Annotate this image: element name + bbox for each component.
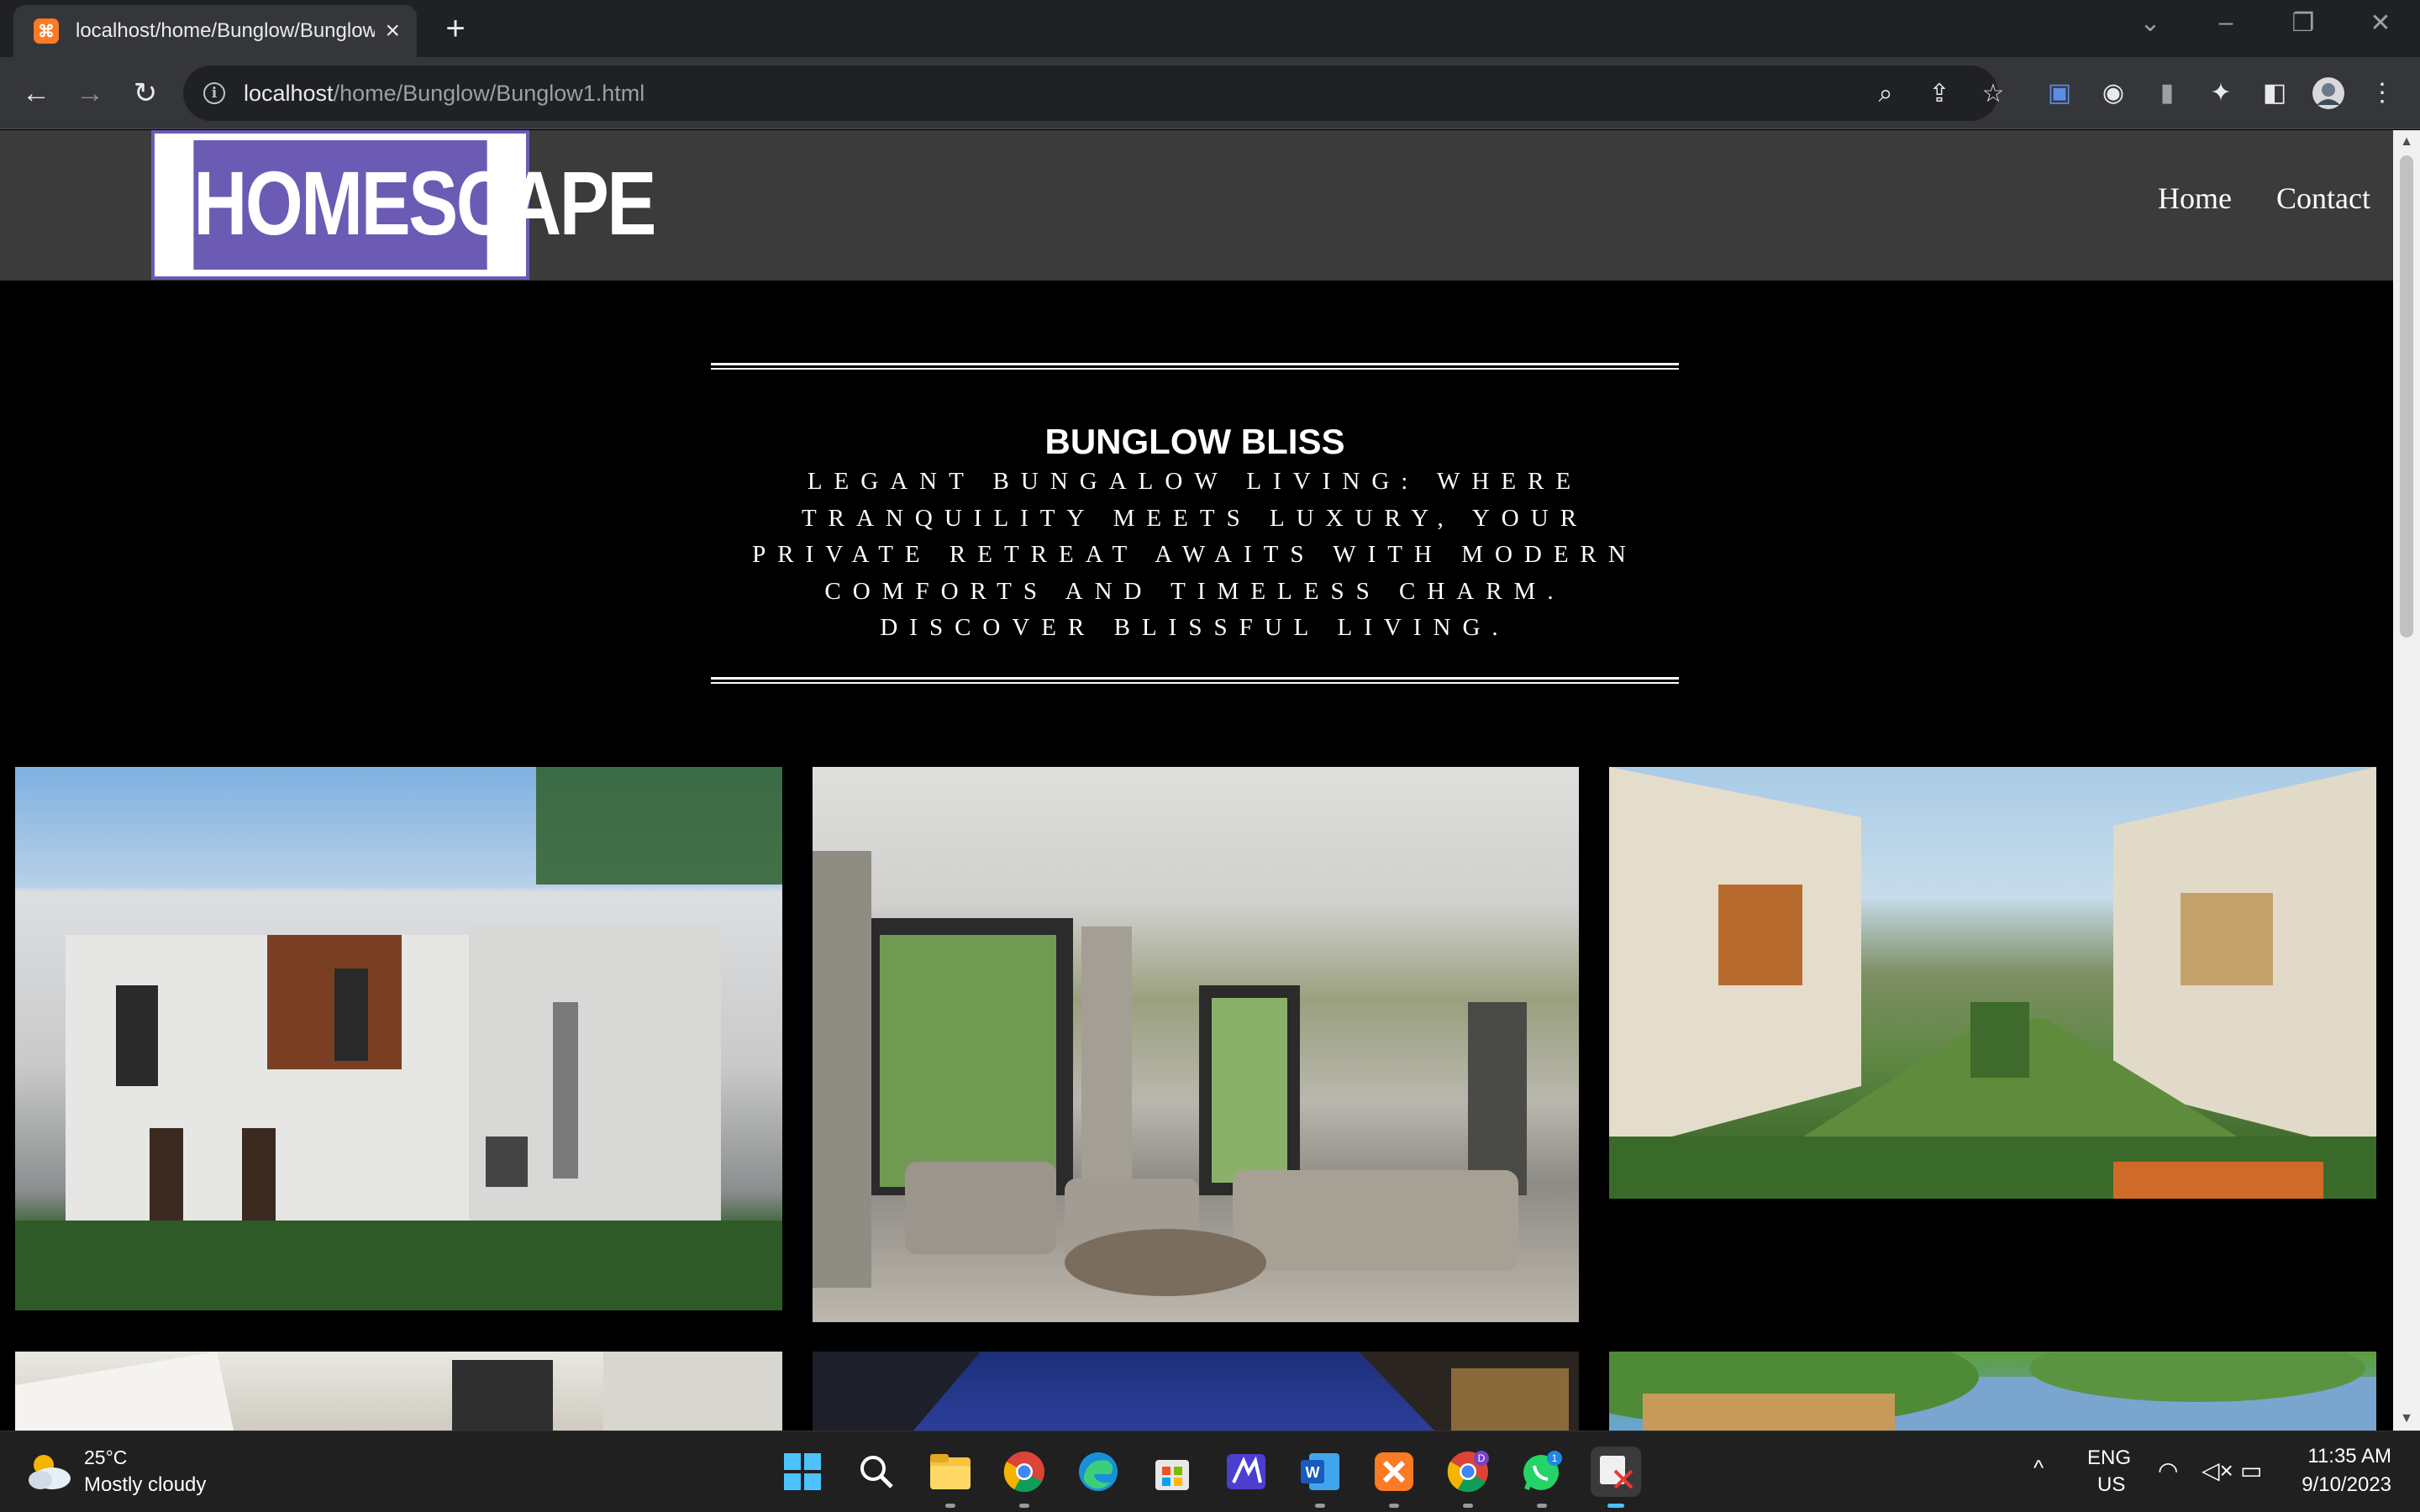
gallery-photo-community-garden[interactable] <box>1609 767 2376 1199</box>
hero-section: BUNGLOW BLISS Legant bungalow living: wh… <box>711 363 1679 684</box>
zoom-icon[interactable]: ⌕ <box>1869 77 1902 111</box>
word-icon[interactable]: W <box>1295 1446 1345 1497</box>
hero-title: BUNGLOW BLISS <box>1044 422 1345 461</box>
wifi-icon[interactable]: ◠ <box>2158 1457 2178 1484</box>
microsoft-store-icon[interactable] <box>1147 1446 1197 1497</box>
start-windows-icon[interactable] <box>777 1446 828 1497</box>
battery-icon[interactable]: ▭ <box>2240 1457 2262 1484</box>
svg-text:W: W <box>1306 1464 1320 1481</box>
side-panel-icon[interactable]: ◧ <box>2255 74 2294 113</box>
page-scrollbar[interactable]: ▲ ▼ <box>2393 130 2420 1431</box>
language-primary[interactable]: ENG <box>2087 1446 2131 1470</box>
hero-description: Legant bungalow living: where tranquilit… <box>752 468 1638 641</box>
chrome-profile-icon[interactable]: D <box>1443 1446 1493 1497</box>
scroll-down-arrow-icon[interactable]: ▼ <box>2393 1407 2420 1431</box>
xampp-running-indicator <box>1389 1504 1399 1508</box>
minimize-button[interactable]: – <box>2205 8 2247 37</box>
snipping-tool-icon[interactable] <box>1591 1446 1641 1497</box>
nav-home-link[interactable]: Home <box>2158 181 2232 216</box>
restore-button[interactable]: ❐ <box>2282 8 2324 38</box>
xampp-icon[interactable] <box>1369 1446 1419 1497</box>
gallery-photo-living-room[interactable] <box>813 767 1579 1322</box>
weather-condition[interactable]: Mostly cloudy <box>84 1473 206 1497</box>
snipping-tool-active-indicator <box>1607 1504 1624 1508</box>
search-icon[interactable] <box>851 1446 902 1497</box>
svg-text:D: D <box>1478 1452 1486 1464</box>
reload-button[interactable]: ↻ <box>126 74 165 113</box>
clock-date[interactable]: 9/10/2023 <box>2291 1473 2391 1497</box>
file-explorer-running-indicator <box>945 1504 955 1508</box>
whatsapp-icon[interactable]: 1 <box>1517 1446 1567 1497</box>
chrome-running-indicator <box>1019 1504 1029 1508</box>
browser-tab[interactable]: ⌘ localhost/home/Bunglow/Bunglow1.html × <box>13 5 417 57</box>
chrome-menu-icon[interactable]: ⋮ <box>2363 74 2402 113</box>
browser-tab-bar: ⌘ localhost/home/Bunglow/Bunglow1.html ×… <box>0 0 2420 57</box>
share-icon[interactable]: ⇪ <box>1923 77 1956 111</box>
extension-dropper-icon[interactable]: ▮ <box>2148 74 2186 113</box>
extension-screenshot-icon[interactable]: ▣ <box>2040 74 2079 113</box>
xampp-favicon-icon: ⌘ <box>34 18 59 44</box>
bookmark-star-icon[interactable]: ☆ <box>1976 77 2010 111</box>
chrome-icon[interactable] <box>999 1446 1050 1497</box>
new-tab-button[interactable]: + <box>437 10 474 47</box>
word-running-indicator <box>1315 1504 1325 1508</box>
hero-top-rule <box>711 363 1679 370</box>
nav-contact-link[interactable]: Contact <box>2276 181 2370 216</box>
editor-app-icon[interactable] <box>1221 1446 1271 1497</box>
language-secondary[interactable]: US <box>2097 1473 2125 1497</box>
site-info-icon[interactable]: i <box>203 82 225 104</box>
gallery-photo-bungalow-exterior[interactable] <box>15 767 782 1310</box>
hero-bottom-rule <box>711 677 1679 684</box>
address-bar[interactable]: i localhost/home/Bunglow/Bunglow1.html ⌕… <box>183 66 2004 121</box>
web-page: HOMESCAPE Home Contact BUNGLOW BLISS Leg… <box>0 130 2393 1431</box>
tray-overflow-chevron-icon[interactable]: ^ <box>2033 1455 2044 1481</box>
svg-text:1: 1 <box>1552 1452 1558 1464</box>
gallery-photo-garden-trees[interactable] <box>1609 1352 2376 1431</box>
tab-title: localhost/home/Bunglow/Bunglow1.html <box>76 19 376 42</box>
logo-text: HOMESCAPE <box>193 140 656 270</box>
gallery-photo-bungalow-facade[interactable] <box>15 1352 782 1431</box>
forward-button[interactable]: → <box>71 74 109 113</box>
chrome-profile-running-indicator <box>1463 1504 1473 1508</box>
scroll-up-arrow-icon[interactable]: ▲ <box>2393 130 2420 154</box>
gallery-photo-bungalow-night[interactable] <box>813 1352 1579 1431</box>
tab-search-icon[interactable]: ⌄ <box>2129 8 2171 38</box>
weather-temperature[interactable]: 25°C <box>84 1446 127 1469</box>
homescape-logo[interactable]: HOMESCAPE <box>151 130 656 280</box>
scroll-thumb[interactable] <box>2400 155 2413 638</box>
profile-avatar[interactable] <box>2309 74 2348 113</box>
speaker-muted-icon[interactable]: ◁× <box>2202 1457 2233 1484</box>
back-button[interactable]: ← <box>17 74 55 113</box>
url-text: localhost/home/Bunglow/Bunglow1.html <box>244 80 645 106</box>
file-explorer-icon[interactable] <box>925 1446 976 1497</box>
close-window-button[interactable]: ✕ <box>2360 8 2402 38</box>
clock-time[interactable]: 11:35 AM <box>2299 1445 2391 1468</box>
extensions-puzzle-icon[interactable]: ✦ <box>2202 74 2240 113</box>
whatsapp-running-indicator <box>1537 1504 1547 1508</box>
site-header: HOMESCAPE Home Contact <box>0 130 2393 281</box>
tab-close-icon[interactable]: × <box>385 17 400 45</box>
browser-toolbar: ← → ↻ i localhost/home/Bunglow/Bunglow1.… <box>0 57 2420 129</box>
extension-speed-icon[interactable]: ◉ <box>2094 74 2133 113</box>
edge-icon[interactable] <box>1073 1446 1123 1497</box>
windows-taskbar: 25°C Mostly cloudy W D 1 ^ ENG US ◠ ◁× ▭… <box>0 1431 2420 1512</box>
weather-cloud-sun-icon[interactable] <box>25 1450 72 1492</box>
